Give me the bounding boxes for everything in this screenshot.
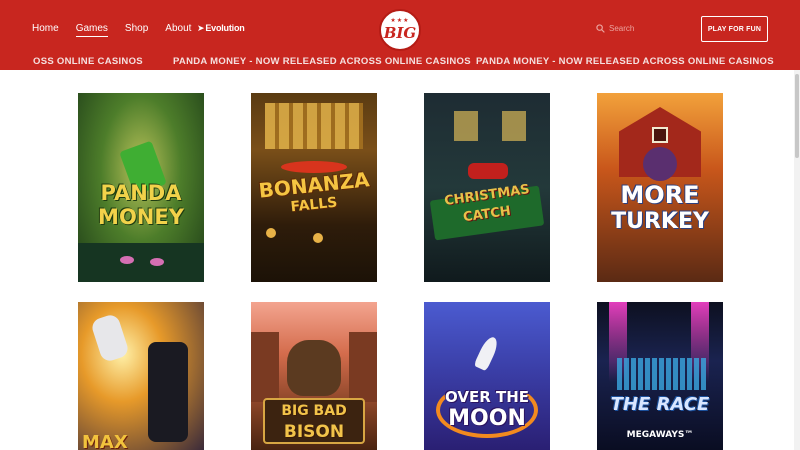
big-logo[interactable]: ★★★ BIG [379,9,421,51]
game-title: TURKEY [611,209,709,234]
evolution-link[interactable]: ➤Evolution [197,23,245,34]
bison-icon [287,340,341,396]
game-tile-over-the-moon[interactable]: OVER THE MOON [424,302,550,450]
lotus-icon [150,258,164,266]
evolution-label: Evolution [205,23,245,33]
coin-icon [313,233,323,243]
game-title: MORE [620,181,700,209]
evolution-logo-icon: ➤ [197,23,205,33]
nav-shop-link[interactable]: Shop [125,23,148,37]
ticker-text-partial: OSS ONLINE CASINOS [33,56,143,67]
game-title: THE RACE [610,394,710,415]
game-tile-max[interactable]: MAX [78,302,204,450]
game-tile-the-race-megaways[interactable]: THE RACE MEGAWAYS™ [597,302,723,450]
main-nav: Home Games Shop About [32,23,208,37]
logo-text: BIG [383,24,417,42]
game-title: MOON [448,406,526,431]
rocket-icon [473,334,501,372]
game-title: OVER THE [444,388,529,406]
nav-home-link[interactable]: Home [32,23,59,37]
game-tile-more-turkey[interactable]: MORE TURKEY [597,93,723,282]
lotus-icon [120,256,134,264]
game-title: MEGAWAYS™ [626,430,694,440]
pond-decoration [78,243,204,282]
game-title: BIG BAD [281,403,347,419]
nav-about-link[interactable]: About [165,23,191,37]
equalizer-decoration [617,358,707,390]
game-title: MAX [82,432,128,450]
turkey-icon [643,147,677,181]
ticker-text: PANDA MONEY - NOW RELEASED ACROSS ONLINE… [476,56,774,67]
window-decoration [454,111,478,141]
news-ticker[interactable]: OSS ONLINE CASINOS PANDA MONEY - NOW REL… [0,51,800,69]
canyon-decoration [251,332,279,402]
game-tile-christmas-catch[interactable]: CHRISTMAS CATCH [424,93,550,282]
astronaut-icon [89,312,131,364]
agent-icon [148,342,188,442]
game-tile-bonanza-falls[interactable]: BONANZA FALLS [251,93,377,282]
ticker-text: PANDA MONEY - NOW RELEASED ACROSS ONLINE… [173,56,471,67]
coin-icon [266,228,276,238]
search-box [596,24,669,33]
game-tile-panda-money[interactable]: PANDA MONEY [78,93,204,282]
page-scrollbar[interactable] [794,70,800,450]
sleigh-icon [468,163,508,179]
scrollbar-thumb[interactable] [795,74,799,158]
nav-games-link[interactable]: Games [75,23,108,37]
game-tile-big-bad-bison[interactable]: BIG BAD BISON [251,302,377,450]
game-title: MONEY [98,205,184,229]
window-decoration [502,111,526,141]
logo-stars-icon: ★★★ [390,18,410,24]
canyon-decoration [349,332,377,402]
game-title: PANDA [100,181,182,205]
game-title: BISON [283,422,345,442]
barn-window-icon [652,127,668,143]
gold-nuggets-decoration [265,103,363,149]
play-for-fun-button[interactable]: PLAY FOR FUN [701,16,768,42]
search-input[interactable] [609,24,669,33]
search-icon [596,24,605,33]
site-header: Home Games Shop About ➤Evolution ★★★ BIG… [0,0,800,70]
